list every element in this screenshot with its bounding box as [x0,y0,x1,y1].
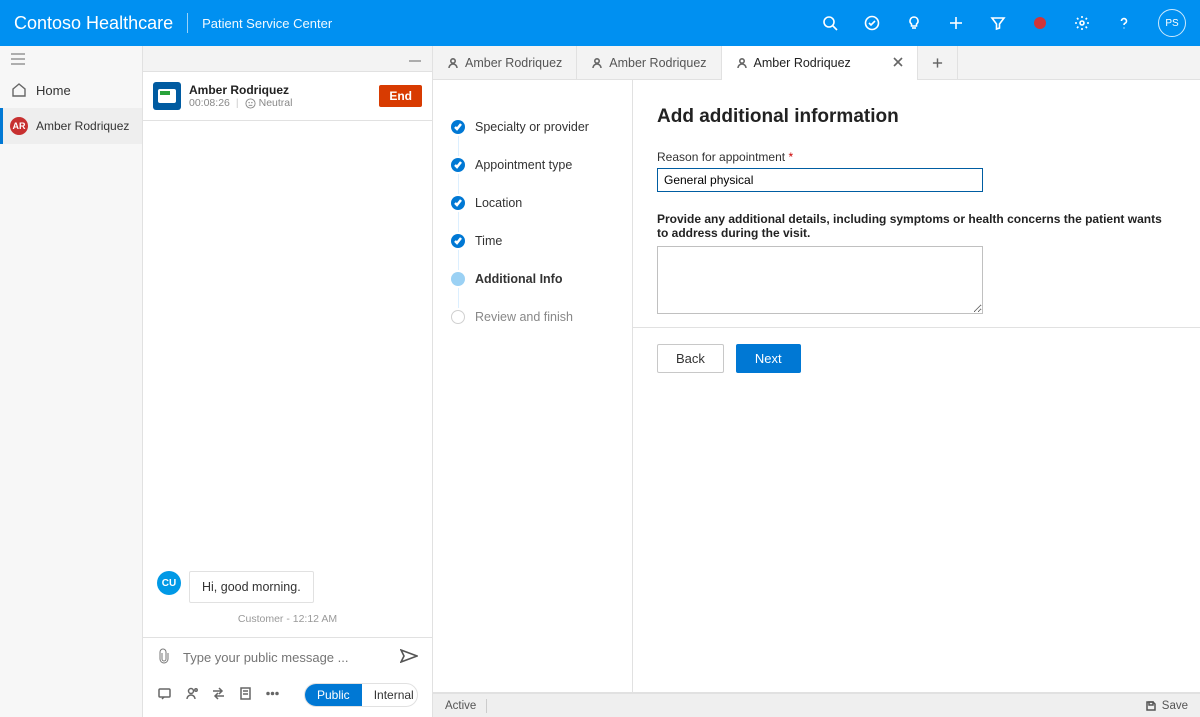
nav-home-label: Home [36,83,71,98]
message-row: CU Hi, good morning. [157,571,418,603]
step-specialty[interactable]: Specialty or provider [451,108,614,146]
visibility-internal[interactable]: Internal [362,684,418,706]
conversation-toolbar [143,46,432,72]
search-icon[interactable] [816,9,844,37]
save-icon [1145,700,1157,712]
status-bar: Active Save [433,693,1200,717]
message-input[interactable] [181,649,390,666]
recording-indicator [1026,9,1054,37]
quick-reply-icon[interactable] [157,686,172,704]
conversation-header: Amber Rodriquez 00:08:26 | Neutral End [143,72,432,121]
tab-2-label: Amber Rodriquez [609,56,706,70]
attachment-icon[interactable] [157,648,171,667]
app-topbar: Contoso Healthcare Patient Service Cente… [0,0,1200,46]
nav-session[interactable]: AR Amber Rodriquez [0,108,142,144]
more-icon[interactable] [265,686,280,704]
wizard-stepper: Specialty or provider Appointment type L… [433,80,633,692]
nav-hamburger-icon[interactable] [0,46,142,72]
wizard-form: Add additional information Reason for ap… [633,80,1200,692]
message-bubble: Hi, good morning. [189,571,314,603]
consult-icon[interactable] [184,686,199,704]
brand-divider [187,13,188,33]
visibility-toggle[interactable]: Public Internal [304,683,418,707]
reason-input[interactable] [657,168,983,192]
tab-1-label: Amber Rodriquez [465,56,562,70]
transfer-icon[interactable] [211,686,226,704]
visibility-public[interactable]: Public [305,684,362,706]
tabstrip: Amber Rodriquez Amber Rodriquez Amber Ro… [433,46,1200,80]
back-button[interactable]: Back [657,344,724,373]
customer-name: Amber Rodriquez [189,83,371,97]
conversation-messages: CU Hi, good morning. Customer - 12:12 AM [143,121,432,637]
notes-icon[interactable] [238,686,253,704]
step-additional-info[interactable]: Additional Info [451,260,614,298]
app-subtitle: Patient Service Center [202,16,332,31]
work-area: Amber Rodriquez Amber Rodriquez Amber Ro… [433,46,1200,717]
new-tab-button[interactable] [918,46,958,79]
end-conversation-button[interactable]: End [379,85,422,107]
details-label: Provide any additional details, includin… [657,212,1176,240]
session-timer: 00:08:26 [189,97,230,110]
left-nav: Home AR Amber Rodriquez [0,46,143,717]
nav-session-label: Amber Rodriquez [36,119,129,133]
filter-icon[interactable] [984,9,1012,37]
session-badge-icon: AR [10,117,28,135]
details-textarea[interactable] [657,246,983,314]
compose-area: Public Internal [143,637,432,717]
tab-2[interactable]: Amber Rodriquez [577,46,721,79]
tab-1[interactable]: Amber Rodriquez [433,46,577,79]
close-tab-icon[interactable] [893,56,903,70]
settings-icon[interactable] [1068,9,1096,37]
task-check-icon[interactable] [858,9,886,37]
status-state: Active [445,700,476,712]
nav-home[interactable]: Home [0,72,142,108]
step-time[interactable]: Time [451,222,614,260]
step-appointment-type[interactable]: Appointment type [451,146,614,184]
user-avatar[interactable]: PS [1158,9,1186,37]
brand-name: Contoso Healthcare [14,13,173,34]
form-title: Add additional information [657,106,1176,128]
help-icon[interactable] [1110,9,1138,37]
customer-avatar: CU [157,571,181,595]
lightbulb-icon[interactable] [900,9,928,37]
step-location[interactable]: Location [451,184,614,222]
home-icon [10,81,28,99]
tab-3-label: Amber Rodriquez [754,56,851,70]
message-meta: Customer - 12:12 AM [157,609,418,627]
add-icon[interactable] [942,9,970,37]
reason-label: Reason for appointment * [657,150,1176,164]
next-button[interactable]: Next [736,344,801,373]
step-review: Review and finish [451,298,614,336]
send-icon[interactable] [400,649,418,666]
conversation-panel: Amber Rodriquez 00:08:26 | Neutral End C… [143,46,433,717]
save-button[interactable]: Save [1145,700,1188,712]
tab-3-active[interactable]: Amber Rodriquez [722,46,918,79]
sentiment-indicator: Neutral [245,97,293,110]
minimize-icon[interactable] [408,51,422,66]
channel-icon [153,82,181,110]
